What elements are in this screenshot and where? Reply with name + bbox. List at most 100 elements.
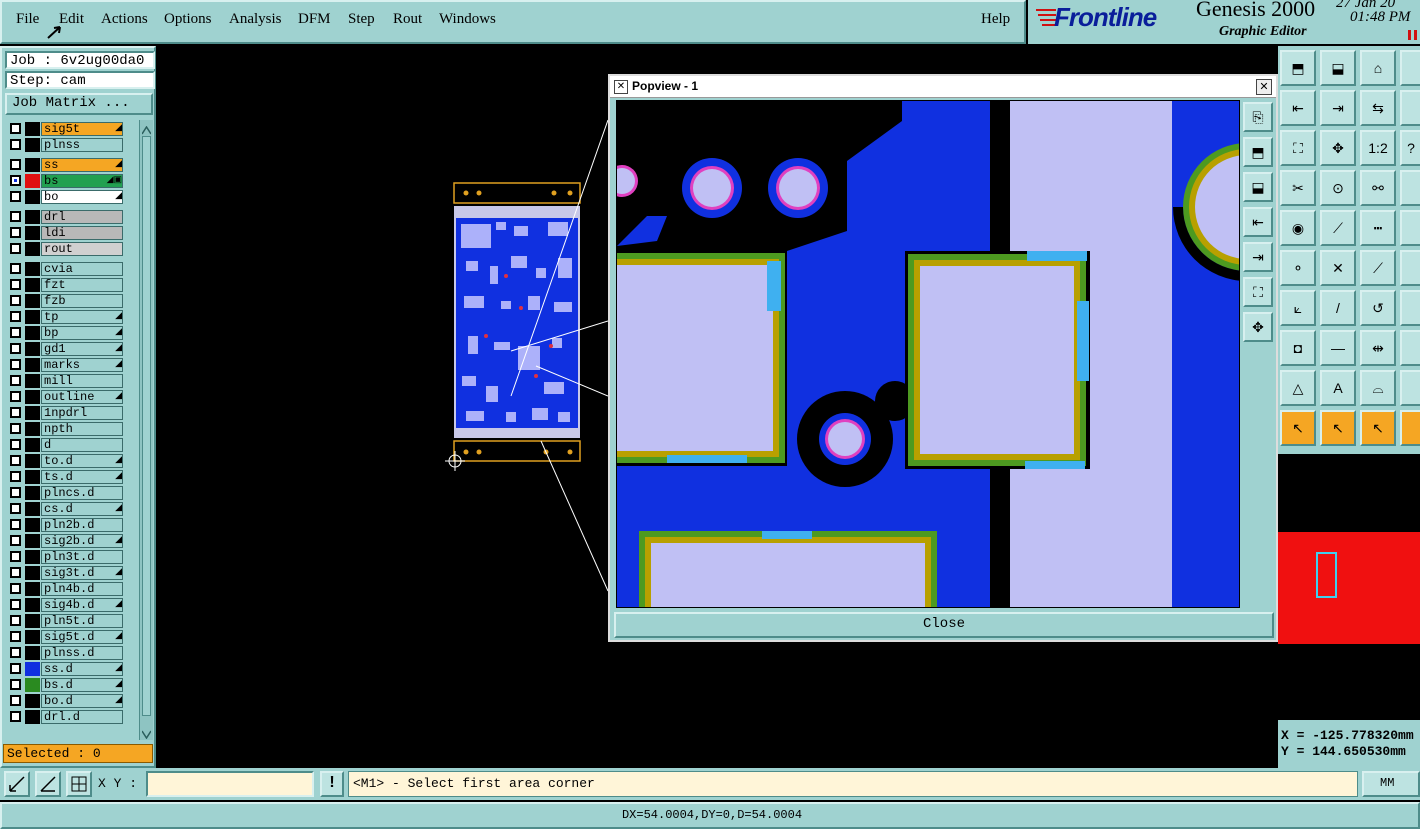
layer-color-swatch[interactable] xyxy=(25,294,40,308)
home-icon[interactable]: ⌂ xyxy=(1360,50,1396,86)
layer-color-swatch[interactable] xyxy=(25,390,40,404)
units-button[interactable]: MM xyxy=(1362,771,1420,797)
layer-name[interactable]: fzb xyxy=(41,294,123,308)
extra-icon[interactable] xyxy=(1400,370,1420,406)
layer-checkbox[interactable] xyxy=(10,567,21,578)
layer-checkbox[interactable] xyxy=(10,423,21,434)
layer-name[interactable]: pln5t.d xyxy=(41,614,123,628)
layer-color-swatch[interactable] xyxy=(25,486,40,500)
layer-color-swatch[interactable] xyxy=(25,122,40,136)
layer-name[interactable]: ts.d xyxy=(41,470,123,484)
menu-windows[interactable]: Windows xyxy=(439,11,496,28)
copy-icon[interactable]: ⎘ xyxy=(1243,102,1273,132)
layer-color-swatch[interactable] xyxy=(25,242,40,256)
alert-icon[interactable]: ! xyxy=(320,771,344,797)
menu-analysis[interactable]: Analysis xyxy=(229,11,282,28)
layer-checkbox[interactable] xyxy=(10,711,21,722)
layer-color-swatch[interactable] xyxy=(25,326,40,340)
layer-row-pln3t-d[interactable]: pln3t.d xyxy=(4,550,138,564)
extra-icon[interactable] xyxy=(1400,330,1420,366)
layer-color-swatch[interactable] xyxy=(25,630,40,644)
layer-name[interactable]: ldi xyxy=(41,226,123,240)
lasso-icon[interactable]: ↖ xyxy=(1360,410,1396,446)
layer-checkbox[interactable] xyxy=(10,159,21,170)
grid-icon[interactable] xyxy=(66,771,92,797)
layer-name[interactable]: drl.d xyxy=(41,710,123,724)
layer-color-swatch[interactable] xyxy=(25,470,40,484)
layer-name[interactable]: sig4b.d xyxy=(41,598,123,612)
a-icon[interactable]: A xyxy=(1320,370,1356,406)
layer-checkbox[interactable] xyxy=(10,343,21,354)
layer-row-tp[interactable]: tp ◢ xyxy=(4,310,138,324)
layer-name[interactable]: ss.d xyxy=(41,662,123,676)
scroll-thumb[interactable] xyxy=(142,136,151,716)
layer-row-bs-d[interactable]: bs.d ◢ xyxy=(4,678,138,692)
layer-checkbox[interactable] xyxy=(10,583,21,594)
net-icon[interactable]: ⚯ xyxy=(1360,170,1396,206)
net-graph-icon[interactable]: ⚬ xyxy=(1280,250,1316,286)
extra-icon[interactable] xyxy=(1400,50,1420,86)
layer-row-npth[interactable]: npth xyxy=(4,422,138,436)
layer-row-pln5t-d[interactable]: pln5t.d xyxy=(4,614,138,628)
layer-name[interactable]: bs.d xyxy=(41,678,123,692)
close-icon[interactable]: ✕ xyxy=(1256,79,1272,95)
layer-name[interactable]: tp xyxy=(41,310,123,324)
layer-row-fzb[interactable]: fzb xyxy=(4,294,138,308)
layer-checkbox[interactable] xyxy=(10,191,21,202)
layer-row-mill[interactable]: mill xyxy=(4,374,138,388)
layer-row-drl[interactable]: drl xyxy=(4,210,138,224)
fit-icon[interactable]: ⛶ xyxy=(1243,277,1273,307)
layer-checkbox[interactable] xyxy=(10,295,21,306)
layer-checkbox[interactable] xyxy=(10,631,21,642)
extra-icon[interactable] xyxy=(1400,170,1420,206)
layer-row-sig4b-d[interactable]: sig4b.d ◢ xyxy=(4,598,138,612)
layer-color-swatch[interactable] xyxy=(25,158,40,172)
job-matrix-button[interactable]: Job Matrix ... xyxy=(5,93,153,115)
menu-options[interactable]: Options xyxy=(164,11,212,28)
layer-color-swatch[interactable] xyxy=(25,710,40,724)
layer-row-d[interactable]: d xyxy=(4,438,138,452)
layer-color-swatch[interactable] xyxy=(25,646,40,660)
arc-icon[interactable]: ↺ xyxy=(1360,290,1396,326)
layer-row-bs[interactable]: bs ◢▣ xyxy=(4,174,138,188)
graphic-canvas[interactable] xyxy=(156,46,608,768)
layer-name[interactable]: rout xyxy=(41,242,123,256)
layer-name[interactable]: 1npdrl xyxy=(41,406,123,420)
layer-name[interactable]: outline xyxy=(41,390,123,404)
layer-color-swatch[interactable] xyxy=(25,422,40,436)
layer-row-outline[interactable]: outline ◢ xyxy=(4,390,138,404)
layer-row-rout[interactable]: rout xyxy=(4,242,138,256)
layer-row-plnss-d[interactable]: plnss.d xyxy=(4,646,138,660)
layer-checkbox[interactable] xyxy=(10,439,21,450)
menu-dfm[interactable]: DFM xyxy=(298,11,331,28)
overview-map[interactable] xyxy=(1278,454,1420,720)
layer-row-sig2b-d[interactable]: sig2b.d ◢ xyxy=(4,534,138,548)
zoom-back-icon[interactable]: ⇤ xyxy=(1243,207,1273,237)
ratio-icon[interactable]: 1:2 xyxy=(1360,130,1396,166)
layer-name[interactable]: sig3t.d xyxy=(41,566,123,580)
feature-icon[interactable]: ◘ xyxy=(1280,330,1316,366)
line-icon[interactable]: ⟋ xyxy=(1320,210,1356,246)
ruler-icon[interactable]: ┅ xyxy=(1360,210,1396,246)
fit-icon[interactable]: ⛶ xyxy=(1280,130,1316,166)
layer-color-swatch[interactable] xyxy=(25,582,40,596)
layer-name[interactable]: sig5t.d xyxy=(41,630,123,644)
layer-name[interactable]: bo xyxy=(41,190,123,204)
extra-icon[interactable] xyxy=(1400,410,1420,446)
layer-color-swatch[interactable] xyxy=(25,174,40,188)
layer-checkbox[interactable] xyxy=(10,695,21,706)
diag-icon[interactable]: / xyxy=(1320,290,1356,326)
layer-row-bo[interactable]: bo ◢ xyxy=(4,190,138,204)
layer-name[interactable]: fzt xyxy=(41,278,123,292)
layer-name[interactable]: cvia xyxy=(41,262,123,276)
center-icon[interactable]: ✥ xyxy=(1320,130,1356,166)
layer-name[interactable]: plncs.d xyxy=(41,486,123,500)
layer-row-ts-d[interactable]: ts.d ◢ xyxy=(4,470,138,484)
layer-color-swatch[interactable] xyxy=(25,566,40,580)
snap-icon[interactable]: ⊙ xyxy=(1320,170,1356,206)
layer-row-drl-d[interactable]: drl.d xyxy=(4,710,138,724)
layer-color-swatch[interactable] xyxy=(25,550,40,564)
layer-up-icon[interactable]: ⬒ xyxy=(1280,50,1316,86)
layer-name[interactable]: plnss xyxy=(41,138,123,152)
layer-checkbox[interactable] xyxy=(10,503,21,514)
